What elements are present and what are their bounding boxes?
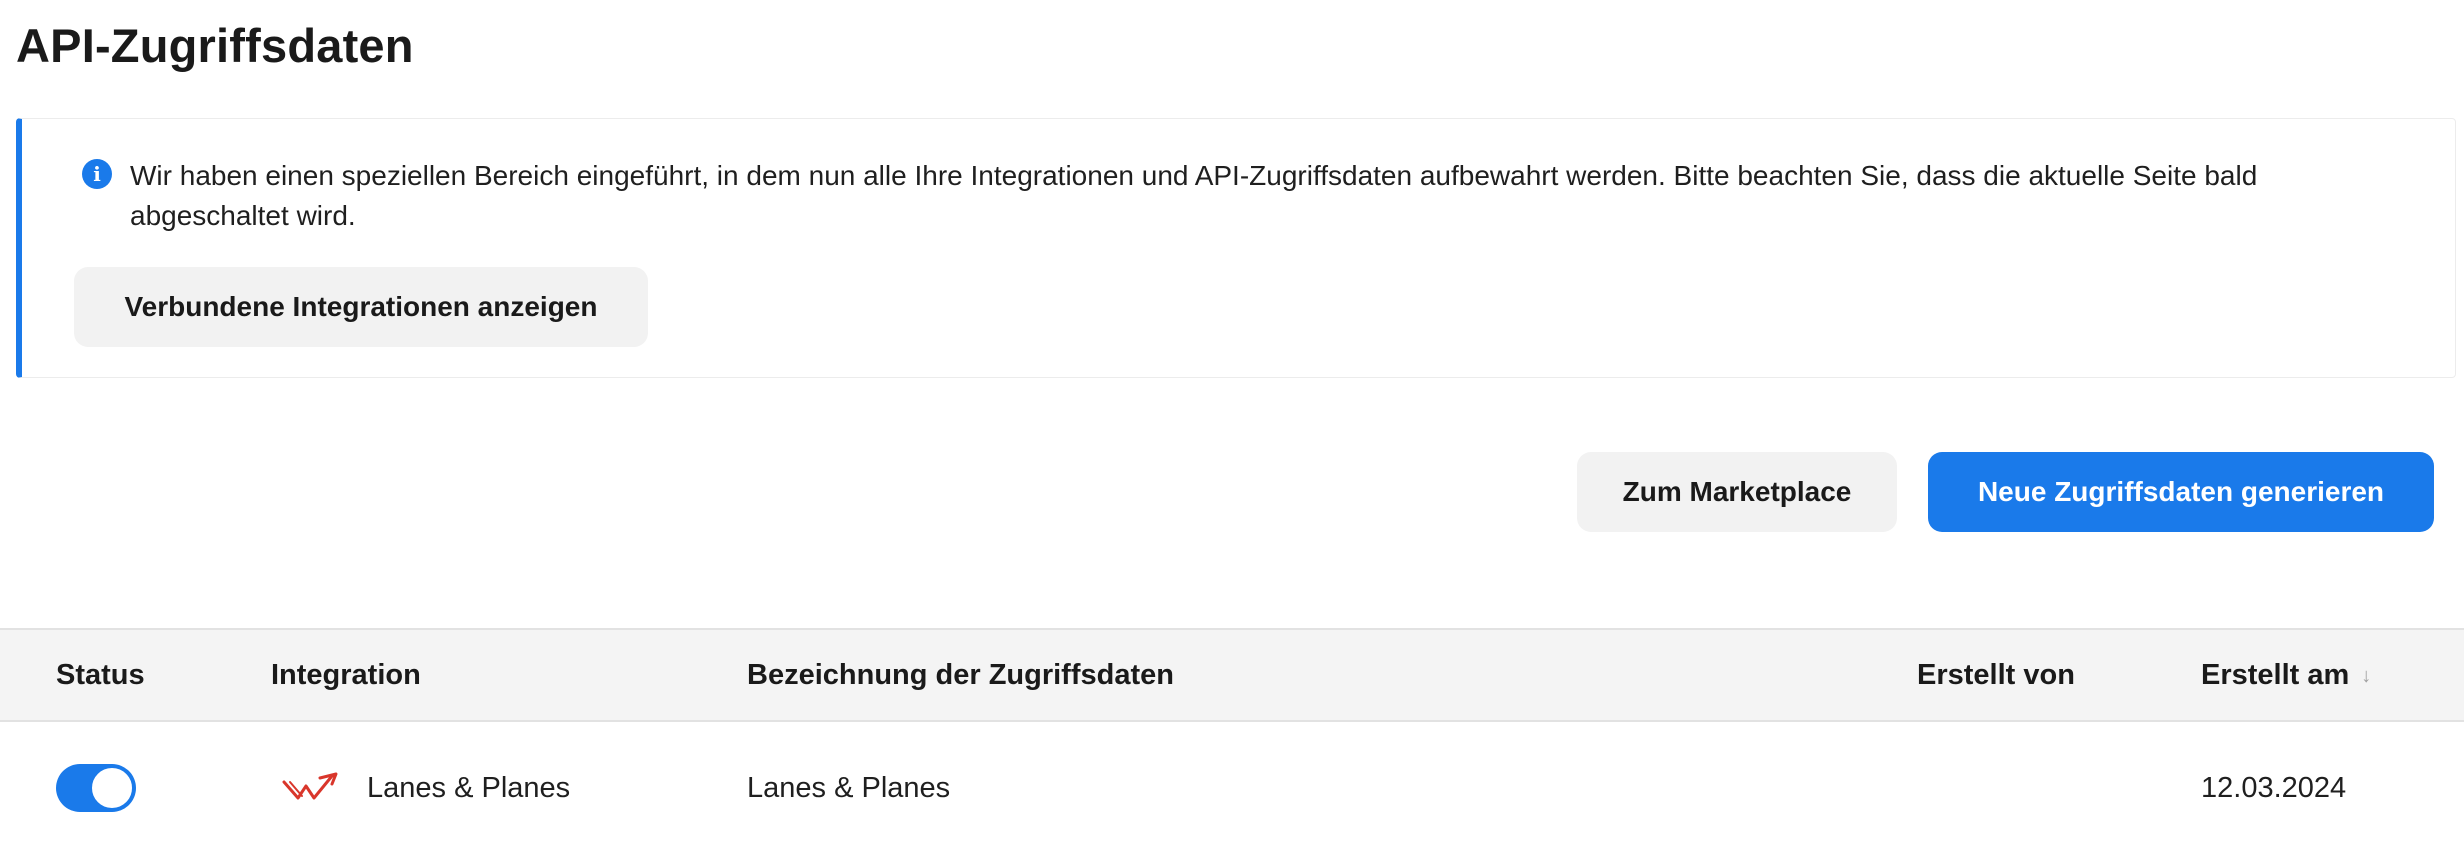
info-notice-text: Wir haben einen speziellen Bereich einge… xyxy=(130,160,2258,231)
marketplace-button[interactable]: Zum Marketplace xyxy=(1577,452,1897,532)
column-header-credential-name: Bezeichnung der Zugriffsdaten xyxy=(747,659,1174,691)
page-title: API-Zugriffsdaten xyxy=(16,19,414,72)
toggle-knob xyxy=(90,766,134,810)
arrow-down-icon: ↓ xyxy=(2361,665,2372,688)
info-icon: i xyxy=(82,159,112,189)
integration-name: Lanes & Planes xyxy=(367,772,571,804)
column-header-integration: Integration xyxy=(271,659,421,691)
column-header-status: Status xyxy=(56,659,145,691)
column-header-created-by: Erstellt von xyxy=(1917,659,2075,691)
view-connected-integrations-button[interactable]: Verbundene Integrationen anzeigen xyxy=(74,267,648,347)
column-header-created-at-label: Erstellt am xyxy=(2201,659,2350,691)
generate-credentials-button[interactable]: Neue Zugriffsdaten generieren xyxy=(1928,452,2434,532)
lanes-planes-logo-icon xyxy=(282,772,338,800)
info-notice: i Wir haben einen speziellen Bereich ein… xyxy=(16,118,2456,378)
created-at: 12.03.2024 xyxy=(2201,772,2347,804)
table-header: Status Integration Bezeichnung der Zugri… xyxy=(0,628,2464,722)
status-toggle[interactable] xyxy=(56,764,136,812)
credential-name: Lanes & Planes xyxy=(747,772,951,804)
column-header-created-at[interactable]: Erstellt am ↓ xyxy=(2201,630,2371,720)
